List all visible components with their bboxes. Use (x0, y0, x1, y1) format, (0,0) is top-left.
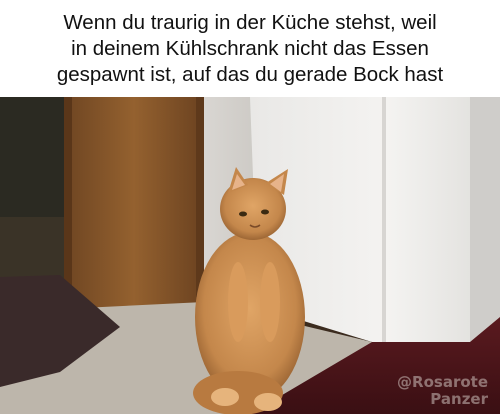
watermark-line-1: @Rosarote (397, 373, 488, 391)
fridge-side (470, 97, 500, 342)
wooden-door (64, 97, 204, 312)
caption-line-1: Wenn du traurig in der Küche stehst, wei… (63, 10, 437, 34)
watermark: @Rosarote Panzer (397, 374, 488, 408)
kitchen-scene (0, 97, 500, 414)
watermark-line-2: Panzer (430, 390, 488, 408)
door-frame-edge-right (196, 97, 204, 297)
caption-line-2: in deinem Kühlschrank nicht das Essen (71, 36, 429, 60)
fridge-seam (382, 97, 386, 342)
meme-caption: Wenn du traurig in der Küche stehst, wei… (0, 0, 500, 97)
cat-photo: @Rosarote Panzer (0, 97, 500, 414)
caption-line-3: gespawnt ist, auf das du gerade Bock has… (56, 62, 444, 86)
